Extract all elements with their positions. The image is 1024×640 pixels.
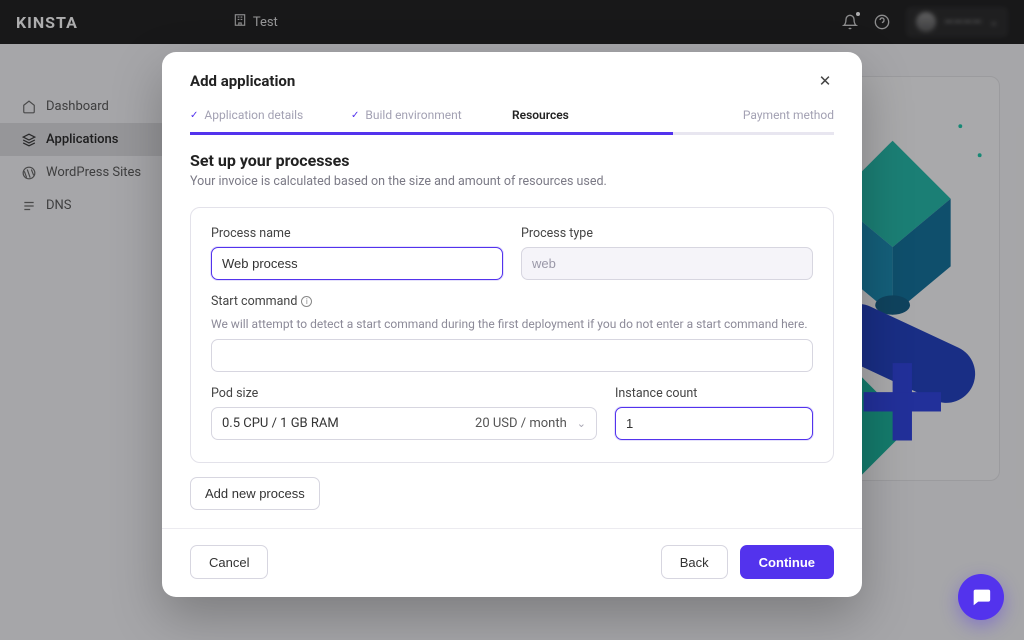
close-icon[interactable]: ✕ (816, 72, 834, 90)
pod-size-value: 0.5 CPU / 1 GB RAM (222, 416, 339, 431)
start-command-input[interactable] (211, 339, 813, 372)
chat-launcher[interactable] (958, 574, 1004, 620)
back-button[interactable]: Back (661, 545, 728, 579)
process-name-input[interactable] (211, 247, 503, 280)
info-icon[interactable]: i (301, 296, 312, 307)
start-command-helper: We will attempt to detect a start comman… (211, 317, 813, 331)
process-card: Process name Process type Start command … (190, 207, 834, 463)
instance-count-label: Instance count (615, 386, 813, 401)
section-subtitle: Your invoice is calculated based on the … (190, 174, 834, 189)
stepper: ✓ Application details ✓ Build environmen… (162, 108, 862, 135)
pod-size-label: Pod size (211, 386, 597, 401)
modal-overlay: Add application ✕ ✓ Application details … (0, 0, 1024, 640)
step-resources[interactable]: Resources (512, 108, 673, 135)
section-title: Set up your processes (190, 151, 834, 170)
step-label: Application details (204, 108, 303, 122)
chevron-down-icon: ⌄ (577, 417, 586, 430)
modal-body: Set up your processes Your invoice is ca… (162, 135, 862, 528)
check-icon: ✓ (351, 110, 359, 121)
process-type-input (521, 247, 813, 280)
add-process-button[interactable]: Add new process (190, 477, 320, 510)
step-build-environment[interactable]: ✓ Build environment (351, 108, 512, 135)
process-name-label: Process name (211, 226, 503, 241)
step-label: Build environment (365, 108, 461, 122)
chat-icon (970, 586, 992, 608)
modal-title: Add application (190, 72, 295, 90)
instance-count-input[interactable] (615, 407, 813, 440)
start-command-label: Start command i (211, 294, 813, 309)
step-application-details[interactable]: ✓ Application details (190, 108, 351, 135)
modal-footer: Cancel Back Continue (162, 528, 862, 595)
process-type-label: Process type (521, 226, 813, 241)
step-payment-method[interactable]: Payment method (673, 108, 834, 135)
add-application-modal: Add application ✕ ✓ Application details … (162, 52, 862, 597)
modal-header: Add application ✕ (162, 52, 862, 108)
step-label: Resources (512, 108, 569, 122)
pod-size-select[interactable]: 0.5 CPU / 1 GB RAM 20 USD / month ⌄ (211, 407, 597, 440)
continue-button[interactable]: Continue (740, 545, 834, 579)
pod-size-price: 20 USD / month (475, 416, 567, 431)
step-label: Payment method (743, 108, 834, 122)
cancel-button[interactable]: Cancel (190, 545, 268, 579)
check-icon: ✓ (190, 110, 198, 121)
